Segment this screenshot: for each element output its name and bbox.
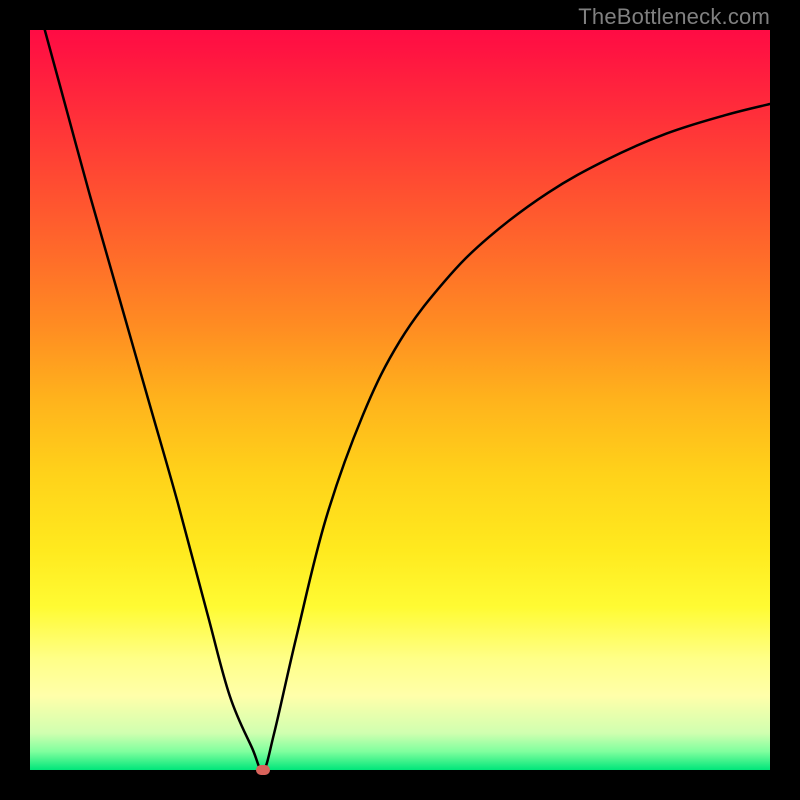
plot-area — [30, 30, 770, 770]
watermark-text: TheBottleneck.com — [578, 4, 770, 30]
minimum-marker — [256, 765, 270, 775]
bottleneck-curve — [30, 30, 770, 770]
